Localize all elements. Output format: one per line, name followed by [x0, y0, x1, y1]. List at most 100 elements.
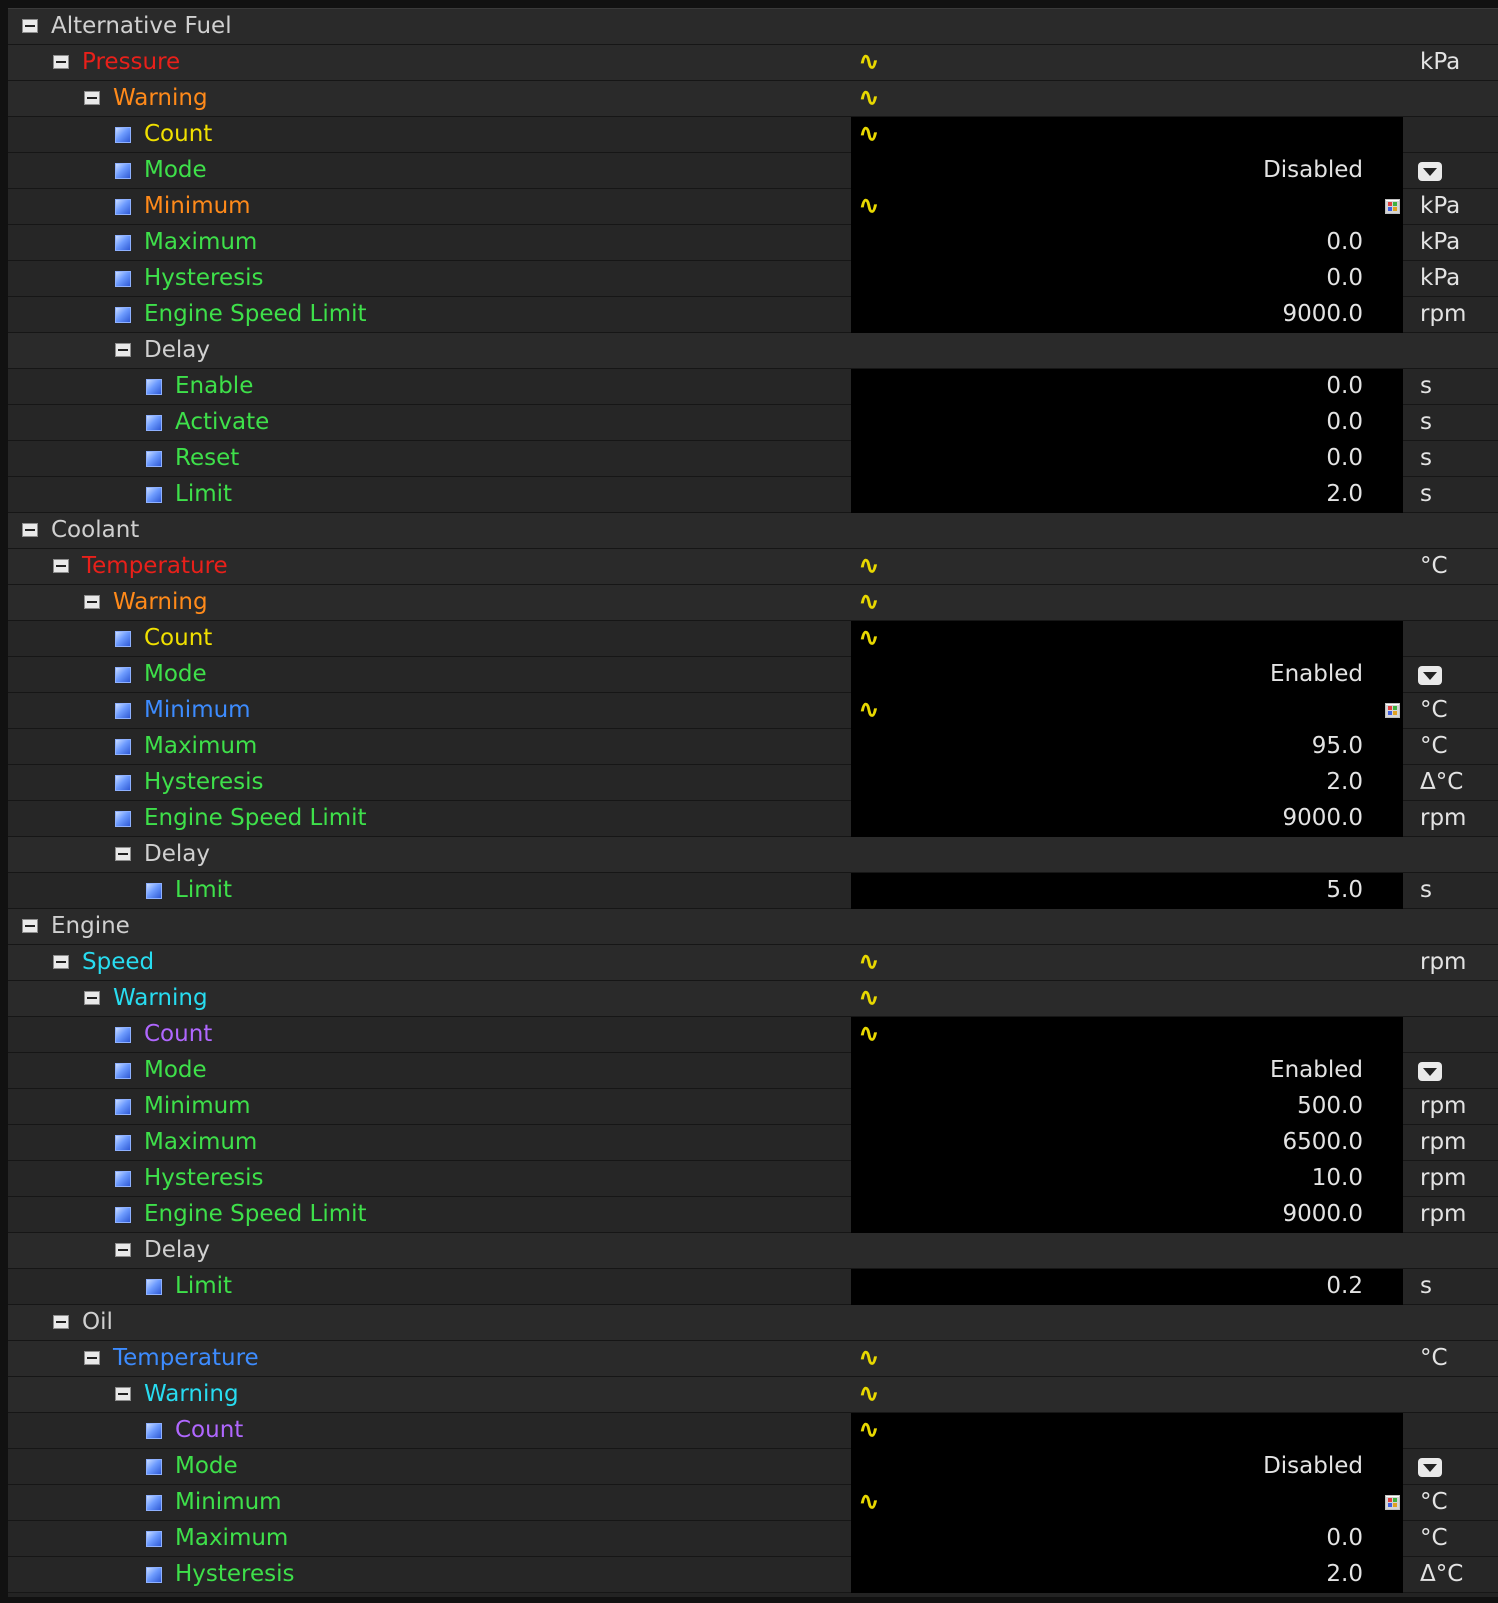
value-text[interactable]: 9000.0	[1283, 801, 1363, 836]
value-text[interactable]: 9000.0	[1283, 297, 1363, 332]
collapse-icon[interactable]	[84, 1351, 100, 1365]
value-cell[interactable]	[851, 693, 1403, 729]
value-text[interactable]: 0.0	[1326, 261, 1363, 296]
wave-icon[interactable]: ∿	[858, 1017, 880, 1052]
value-cell[interactable]	[851, 1017, 1403, 1053]
value-cell[interactable]	[851, 621, 1403, 657]
collapse-icon[interactable]	[22, 523, 38, 537]
tree-row-minimum[interactable]: Minimum ∿ °C	[8, 693, 1498, 729]
value-text[interactable]: 2.0	[1326, 765, 1363, 800]
tree-row-mode[interactable]: Mode Enabled	[8, 657, 1498, 693]
value-cell[interactable]	[851, 873, 1403, 909]
tree-row-count[interactable]: Count ∿	[8, 1413, 1498, 1449]
tree-row-limit[interactable]: Limit 2.0 s	[8, 477, 1498, 513]
tree-row-engine[interactable]: Engine	[8, 909, 1498, 945]
tree-row-engine-speed-limit[interactable]: Engine Speed Limit 9000.0 rpm	[8, 801, 1498, 837]
tree-row-engine-speed-limit[interactable]: Engine Speed Limit 9000.0 rpm	[8, 297, 1498, 333]
collapse-icon[interactable]	[53, 955, 69, 969]
tree-row-minimum[interactable]: Minimum ∿ °C	[8, 1485, 1498, 1521]
wave-icon[interactable]: ∿	[858, 621, 880, 656]
tree-row-reset[interactable]: Reset 0.0 s	[8, 441, 1498, 477]
tree-row-mode[interactable]: Mode Disabled	[8, 1449, 1498, 1485]
table-icon[interactable]	[1385, 199, 1400, 214]
dropdown-icon[interactable]	[1418, 1458, 1442, 1477]
tree-row-hysteresis[interactable]: Hysteresis 0.0 kPa	[8, 261, 1498, 297]
collapse-icon[interactable]	[53, 55, 69, 69]
tree-row-count[interactable]: Count ∿	[8, 621, 1498, 657]
tree-row-delay[interactable]: Delay	[8, 837, 1498, 873]
value-text[interactable]: 5.0	[1326, 873, 1363, 908]
value-text[interactable]: 0.0	[1326, 225, 1363, 260]
collapse-icon[interactable]	[53, 1315, 69, 1329]
value-cell[interactable]	[851, 405, 1403, 441]
collapse-icon[interactable]	[22, 19, 38, 33]
value-text[interactable]: Disabled	[1263, 1449, 1363, 1484]
collapse-icon[interactable]	[115, 1243, 131, 1257]
tree-row-hysteresis[interactable]: Hysteresis 2.0 Δ°C	[8, 765, 1498, 801]
wave-icon[interactable]: ∿	[858, 945, 880, 980]
collapse-icon[interactable]	[53, 559, 69, 573]
tree-row-engine-speed-limit[interactable]: Engine Speed Limit 9000.0 rpm	[8, 1197, 1498, 1233]
value-cell[interactable]	[851, 369, 1403, 405]
value-cell[interactable]	[851, 1485, 1403, 1521]
value-text[interactable]: 0.0	[1326, 405, 1363, 440]
collapse-icon[interactable]	[84, 991, 100, 1005]
wave-icon[interactable]: ∿	[858, 45, 880, 80]
tree-row-delay[interactable]: Delay	[8, 333, 1498, 369]
table-icon[interactable]	[1385, 1495, 1400, 1510]
collapse-icon[interactable]	[22, 919, 38, 933]
tree-row-count[interactable]: Count ∿	[8, 1017, 1498, 1053]
tree-row-temperature[interactable]: Temperature ∿ °C	[8, 1341, 1498, 1377]
value-cell[interactable]	[851, 117, 1403, 153]
tree-row-limit[interactable]: Limit 0.2 s	[8, 1269, 1498, 1305]
tree-row-hysteresis[interactable]: Hysteresis 10.0 rpm	[8, 1161, 1498, 1197]
wave-icon[interactable]: ∿	[858, 117, 880, 152]
value-text[interactable]: Enabled	[1270, 1053, 1363, 1088]
tree-row-alternative-fuel[interactable]: Alternative Fuel	[8, 9, 1498, 45]
tree-row-temperature[interactable]: Temperature ∿ °C	[8, 549, 1498, 585]
dropdown-icon[interactable]	[1418, 666, 1442, 685]
tree-row-warning[interactable]: Warning ∿	[8, 1377, 1498, 1413]
value-text[interactable]: 0.0	[1326, 369, 1363, 404]
tree-row-limit[interactable]: Limit 5.0 s	[8, 873, 1498, 909]
wave-icon[interactable]: ∿	[858, 1341, 880, 1376]
value-text[interactable]: 2.0	[1326, 1557, 1363, 1592]
tree-row-oil[interactable]: Oil	[8, 1305, 1498, 1341]
value-cell[interactable]	[851, 1521, 1403, 1557]
wave-icon[interactable]: ∿	[858, 981, 880, 1016]
tree-row-maximum[interactable]: Maximum 0.0 °C	[8, 1521, 1498, 1557]
tree-row-speed[interactable]: Speed ∿ rpm	[8, 945, 1498, 981]
value-cell[interactable]	[851, 225, 1403, 261]
wave-icon[interactable]: ∿	[858, 189, 880, 224]
value-text[interactable]: 0.0	[1326, 1521, 1363, 1556]
wave-icon[interactable]: ∿	[858, 585, 880, 620]
tree-row-mode[interactable]: Mode Disabled	[8, 153, 1498, 189]
tree-row-count[interactable]: Count ∿	[8, 117, 1498, 153]
tree-row-pressure[interactable]: Pressure ∿ kPa	[8, 45, 1498, 81]
tree-row-maximum[interactable]: Maximum 0.0 kPa	[8, 225, 1498, 261]
value-text[interactable]: 2.0	[1326, 477, 1363, 512]
wave-icon[interactable]: ∿	[858, 81, 880, 116]
value-cell[interactable]	[851, 765, 1403, 801]
value-cell[interactable]	[851, 441, 1403, 477]
value-cell[interactable]	[851, 261, 1403, 297]
value-cell[interactable]	[851, 1557, 1403, 1593]
tree-row-mode[interactable]: Mode Enabled	[8, 1053, 1498, 1089]
collapse-icon[interactable]	[115, 1387, 131, 1401]
tree-row-delay[interactable]: Delay	[8, 1233, 1498, 1269]
value-text[interactable]: 9000.0	[1283, 1197, 1363, 1232]
value-text[interactable]: 10.0	[1312, 1161, 1363, 1196]
value-text[interactable]: 6500.0	[1283, 1125, 1363, 1160]
tree-row-minimum[interactable]: Minimum ∿ kPa	[8, 189, 1498, 225]
tree-row-maximum[interactable]: Maximum 95.0 °C	[8, 729, 1498, 765]
dropdown-icon[interactable]	[1418, 162, 1442, 181]
wave-icon[interactable]: ∿	[858, 693, 880, 728]
tree-row-coolant[interactable]: Coolant	[8, 513, 1498, 549]
table-icon[interactable]	[1385, 703, 1400, 718]
value-cell[interactable]	[851, 1269, 1403, 1305]
value-cell[interactable]	[851, 189, 1403, 225]
wave-icon[interactable]: ∿	[858, 1485, 880, 1520]
value-text[interactable]: Enabled	[1270, 657, 1363, 692]
value-text[interactable]: 0.0	[1326, 441, 1363, 476]
wave-icon[interactable]: ∿	[858, 1413, 880, 1448]
